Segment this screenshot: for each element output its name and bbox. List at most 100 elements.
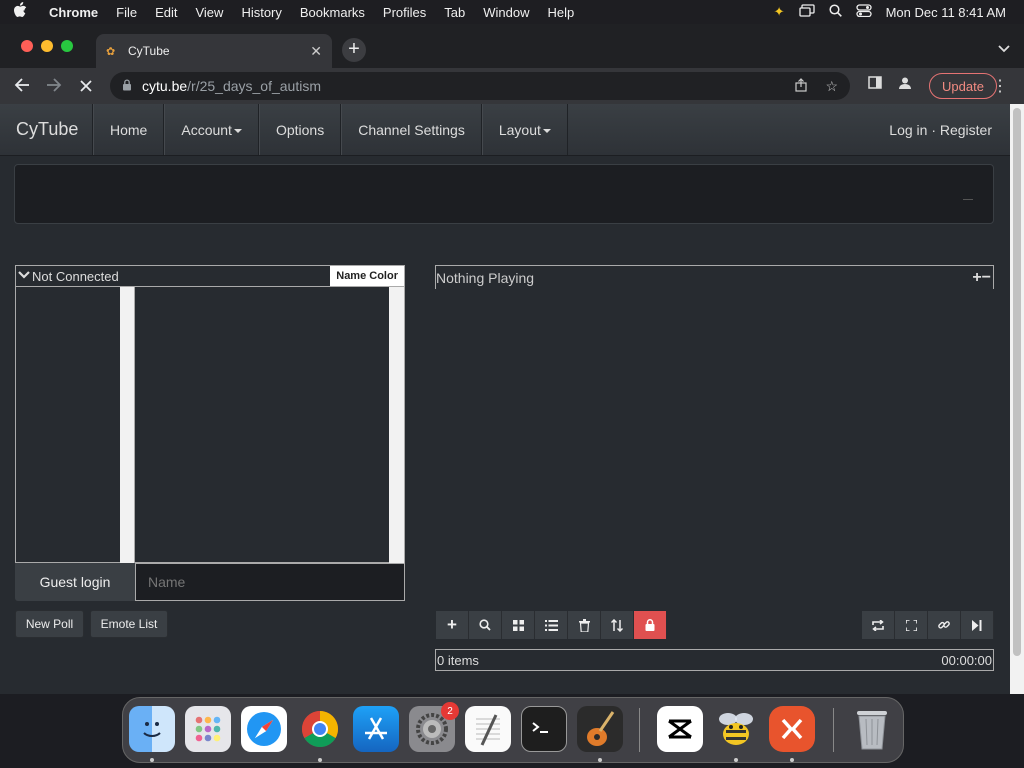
repeat-icon xyxy=(872,619,884,631)
resize-video-controls[interactable]: +− xyxy=(972,269,993,287)
capcut-icon[interactable] xyxy=(657,706,703,752)
new-poll-button[interactable]: New Poll xyxy=(15,610,84,638)
shuffle-playlist-button[interactable] xyxy=(601,611,634,639)
chat-scrollbar[interactable] xyxy=(389,287,405,563)
lock-icon[interactable] xyxy=(122,78,132,94)
tab-close-icon[interactable]: ✕ xyxy=(310,43,322,60)
grid-view-button[interactable] xyxy=(502,611,535,639)
share-icon[interactable] xyxy=(795,77,808,95)
menu-app-name[interactable]: Chrome xyxy=(40,5,107,20)
cyberduck-bee-icon[interactable] xyxy=(713,706,759,752)
finder-icon[interactable] xyxy=(129,706,175,752)
window-minimize-button[interactable] xyxy=(41,40,53,52)
side-panel-icon[interactable] xyxy=(868,76,882,93)
spotlight-search-icon[interactable] xyxy=(829,4,842,20)
now-playing-title: Nothing Playing xyxy=(436,269,535,286)
back-arrow-icon[interactable] xyxy=(6,76,38,97)
window-maximize-button[interactable] xyxy=(61,40,73,52)
menu-profiles[interactable]: Profiles xyxy=(374,5,435,20)
more-menu-icon[interactable]: ⋮ xyxy=(992,76,1008,96)
playlist-duration: 00:00:00 xyxy=(941,652,992,668)
nav-options[interactable]: Options xyxy=(258,104,342,155)
textedit-icon[interactable] xyxy=(465,706,511,752)
menu-view[interactable]: View xyxy=(186,5,232,20)
link-icon xyxy=(938,621,950,629)
menu-history[interactable]: History xyxy=(232,5,290,20)
trash-icon[interactable] xyxy=(849,706,895,752)
control-center-icon[interactable] xyxy=(855,4,872,20)
add-media-button[interactable]: + xyxy=(436,611,469,639)
lock-playlist-button[interactable] xyxy=(634,611,667,639)
motd-collapse-icon[interactable] xyxy=(963,199,973,200)
running-indicator xyxy=(598,758,602,762)
page-scrollbar[interactable] xyxy=(1010,104,1024,694)
trash-icon xyxy=(578,618,590,632)
terminal-icon[interactable] xyxy=(521,706,567,752)
bee-status-icon[interactable]: ✦ xyxy=(774,4,785,20)
apple-menu-icon[interactable] xyxy=(0,2,40,22)
search-icon xyxy=(479,619,491,631)
remote-desktop-icon[interactable] xyxy=(769,706,815,752)
address-bar[interactable]: cytu.be /r/25_days_of_autism ☆ xyxy=(110,72,850,100)
nav-account[interactable]: Account xyxy=(164,104,259,155)
chrome-icon[interactable] xyxy=(297,706,343,752)
skip-button[interactable] xyxy=(961,611,994,639)
name-color-button[interactable]: Name Color xyxy=(330,266,404,286)
bookmark-star-icon[interactable]: ☆ xyxy=(825,78,838,95)
menu-bookmarks[interactable]: Bookmarks xyxy=(291,5,374,20)
dock-separator xyxy=(639,708,640,752)
screen-mirroring-icon[interactable] xyxy=(798,4,815,20)
fullscreen-button[interactable] xyxy=(895,611,928,639)
skip-next-icon xyxy=(972,619,982,631)
chevron-down-icon xyxy=(18,270,30,282)
menu-tab[interactable]: Tab xyxy=(435,5,474,20)
nav-layout[interactable]: Layout xyxy=(481,104,568,155)
menu-help[interactable]: Help xyxy=(539,5,584,20)
profile-avatar-icon[interactable] xyxy=(898,76,912,93)
menu-file[interactable]: File xyxy=(107,5,146,20)
menubar-clock[interactable]: Mon Dec 11 8:41 AM xyxy=(886,5,1006,20)
stop-loading-icon[interactable] xyxy=(70,76,102,97)
menubar-status-area: ✦ Mon Dec 11 8:41 AM xyxy=(774,4,1024,20)
connection-status: Not Connected xyxy=(32,268,119,284)
clear-playlist-button[interactable] xyxy=(568,611,601,639)
user-list-scrollbar[interactable] xyxy=(120,287,134,563)
video-player[interactable] xyxy=(435,289,994,605)
motd-panel xyxy=(14,164,994,224)
tab-search-chevron-icon[interactable] xyxy=(998,42,1010,56)
list-view-button[interactable] xyxy=(535,611,568,639)
browser-tab-cytube[interactable]: ✿ CyTube ✕ xyxy=(96,34,332,68)
running-indicator xyxy=(318,758,322,762)
chrome-update-button[interactable]: Update xyxy=(929,73,997,99)
repeat-button[interactable] xyxy=(862,611,895,639)
new-tab-button[interactable]: + xyxy=(342,38,366,62)
nav-home[interactable]: Home xyxy=(93,104,165,155)
nav-layout-label: Layout xyxy=(498,121,541,138)
guest-login-button[interactable]: Guest login xyxy=(15,563,135,601)
window-close-button[interactable] xyxy=(21,40,33,52)
safari-icon[interactable] xyxy=(241,706,287,752)
page-scrollbar-thumb[interactable] xyxy=(1013,108,1021,656)
browser-toolbar: cytu.be /r/25_days_of_autism ☆ Update ⋮ xyxy=(0,68,1024,104)
launchpad-icon[interactable] xyxy=(185,706,231,752)
search-library-button[interactable] xyxy=(469,611,502,639)
guest-name-input[interactable] xyxy=(135,563,405,601)
cytube-navbar: CyTube Home Account Options Channel Sett… xyxy=(0,104,1010,156)
macos-dock xyxy=(122,697,904,763)
login-register-link[interactable]: Log in · Register xyxy=(889,104,1010,155)
nav-account-label: Account xyxy=(181,121,232,138)
playlist-meta: 0 items 00:00:00 xyxy=(435,649,994,671)
nav-channel-settings[interactable]: Channel Settings xyxy=(341,104,482,155)
emote-list-button[interactable]: Emote List xyxy=(90,610,168,638)
garageband-icon[interactable] xyxy=(577,706,623,752)
chat-header[interactable]: Not Connected Name Color xyxy=(15,265,405,287)
forward-arrow-icon[interactable] xyxy=(38,76,70,97)
link-button[interactable] xyxy=(928,611,961,639)
tab-favicon-icon: ✿ xyxy=(106,45,116,58)
cytube-brand[interactable]: CyTube xyxy=(0,104,93,155)
app-store-icon[interactable] xyxy=(353,706,399,752)
menu-edit[interactable]: Edit xyxy=(146,5,186,20)
macos-menu-bar: Chrome File Edit View History Bookmarks … xyxy=(0,0,1024,24)
menu-window[interactable]: Window xyxy=(474,5,538,20)
grid-icon xyxy=(512,619,524,631)
